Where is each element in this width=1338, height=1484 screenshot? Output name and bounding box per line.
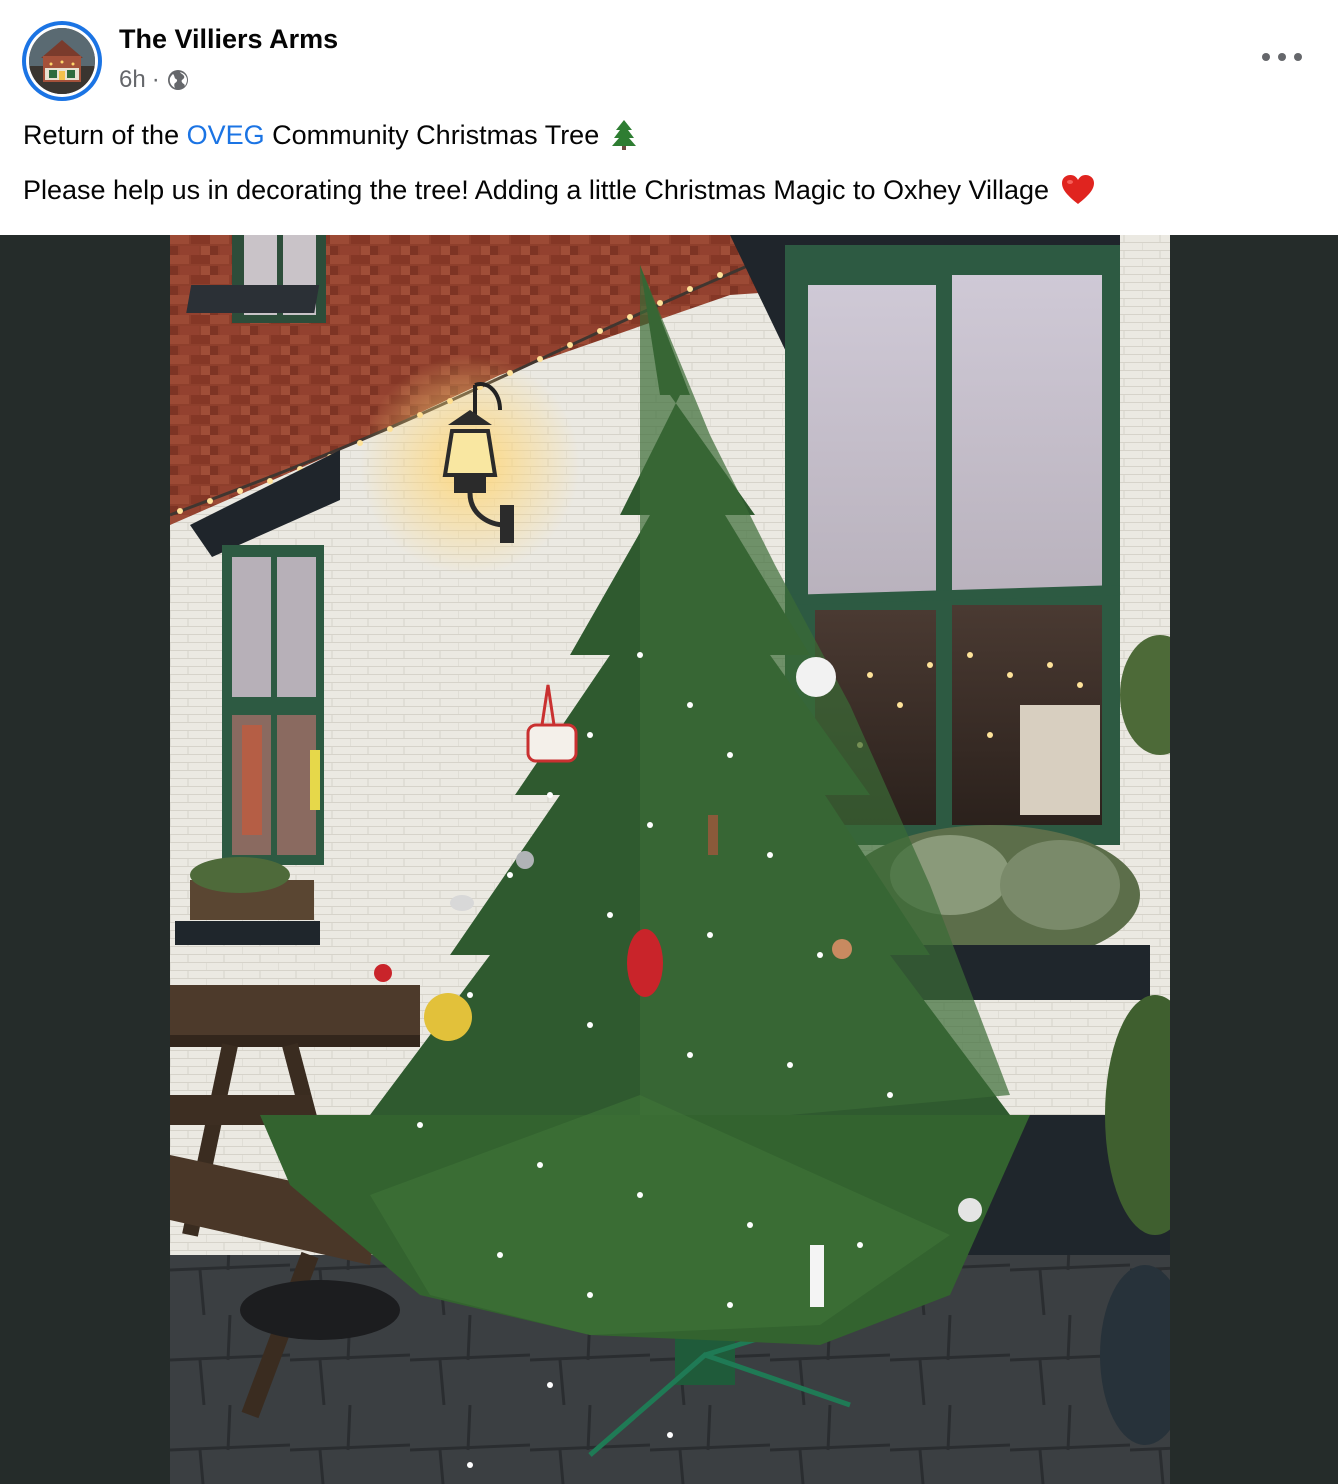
- facebook-post: The Villiers Arms 6h · Return of the OVE…: [0, 0, 1338, 1484]
- post-photo[interactable]: [0, 235, 1338, 1484]
- page-avatar[interactable]: [22, 21, 102, 101]
- page-name-link[interactable]: The Villiers Arms: [119, 24, 338, 55]
- christmas-tree-emoji: [612, 120, 637, 150]
- pub-thumbnail-image: [29, 28, 95, 94]
- globe-icon[interactable]: [166, 68, 190, 92]
- post-header: The Villiers Arms 6h ·: [0, 0, 1338, 110]
- post-timestamp[interactable]: 6h: [119, 66, 146, 94]
- oveg-link[interactable]: OVEG: [187, 120, 265, 151]
- meta-separator: ·: [151, 66, 160, 93]
- red-heart-emoji: [1062, 175, 1095, 204]
- post-text-segment: Community Christmas Tree: [264, 119, 600, 150]
- post-text-line-1: Return of the OVEG Community Christmas T…: [23, 119, 637, 151]
- post-text-line-2: Please help us in decorating the tree! A…: [23, 174, 1095, 206]
- post-text-segment: Return of the: [23, 119, 187, 150]
- post-meta: 6h ·: [119, 66, 190, 94]
- post-text-segment: Please help us in decorating the tree! A…: [23, 174, 1050, 205]
- christmas-tree-photo: [170, 235, 1170, 1484]
- more-options-icon[interactable]: [1262, 44, 1302, 70]
